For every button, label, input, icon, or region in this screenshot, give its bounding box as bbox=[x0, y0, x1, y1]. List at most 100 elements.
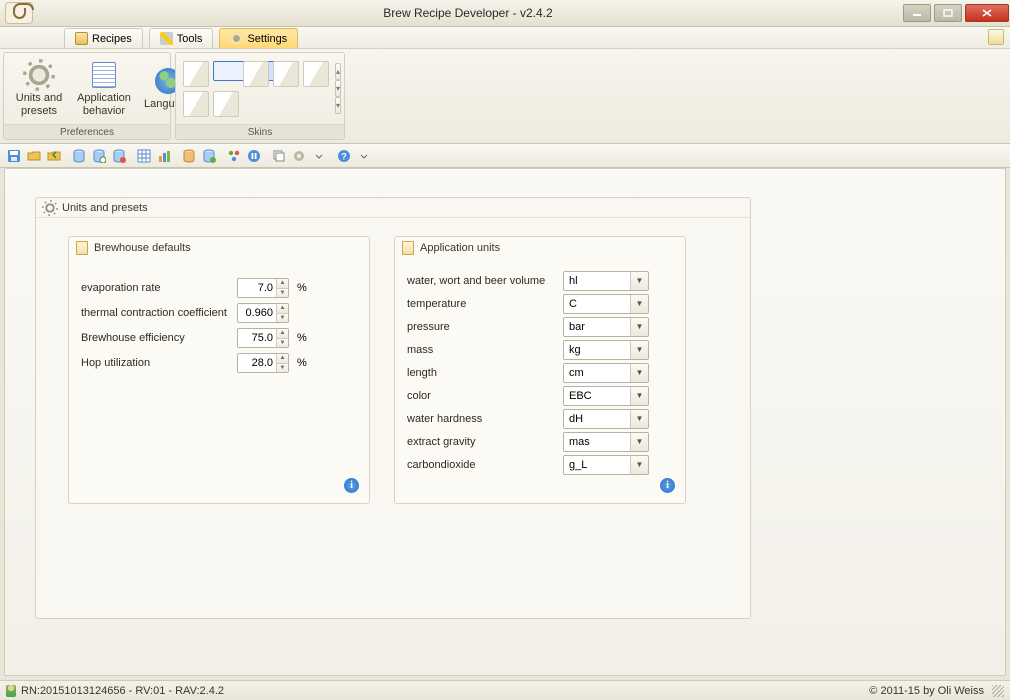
skins-gallery bbox=[180, 58, 332, 120]
database-delete-icon[interactable] bbox=[109, 147, 128, 166]
tab-label: Tools bbox=[177, 33, 203, 45]
ribbon-group-skins: ▴ ▾ ▾ Skins bbox=[175, 52, 345, 140]
co2-select[interactable]: g_L▼ bbox=[563, 455, 649, 475]
chevron-down-icon[interactable]: ▼ bbox=[630, 410, 648, 428]
notebook-icon bbox=[75, 32, 88, 45]
save-icon[interactable] bbox=[4, 147, 23, 166]
help-icon[interactable]: ? bbox=[334, 147, 353, 166]
efficiency-spinner[interactable]: ▲▼ bbox=[237, 328, 289, 348]
sheet-icon bbox=[402, 241, 414, 255]
chevron-down-icon[interactable]: ▼ bbox=[630, 272, 648, 290]
maximize-button[interactable] bbox=[934, 4, 962, 22]
dropdown-icon[interactable] bbox=[309, 147, 328, 166]
length-select[interactable]: cm▼ bbox=[563, 363, 649, 383]
application-behavior-button[interactable]: Application behavior bbox=[70, 56, 138, 121]
units-presets-button[interactable]: Units and presets bbox=[8, 56, 70, 121]
spin-down[interactable]: ▼ bbox=[277, 288, 288, 298]
status-bar: RN:20151013124656 - RV:01 - RAV:2.4.2 © … bbox=[0, 680, 1010, 700]
evaporation-input[interactable] bbox=[238, 279, 276, 297]
brewhouse-defaults-group: Brewhouse defaults evaporation rate ▲▼ %… bbox=[68, 236, 370, 504]
database-refresh-icon[interactable] bbox=[89, 147, 108, 166]
tab-label: Settings bbox=[247, 33, 287, 45]
efficiency-input[interactable] bbox=[238, 329, 276, 347]
contraction-spinner[interactable]: ▲▼ bbox=[237, 303, 289, 323]
label-temperature: temperature bbox=[407, 298, 563, 310]
label-color: color bbox=[407, 390, 563, 402]
settings-gear-icon[interactable] bbox=[289, 147, 308, 166]
database-green-icon[interactable] bbox=[199, 147, 218, 166]
spin-up[interactable]: ▲ bbox=[277, 279, 288, 288]
chevron-down-icon[interactable]: ▼ bbox=[630, 456, 648, 474]
select-value: dH bbox=[564, 413, 630, 425]
mass-select[interactable]: kg▼ bbox=[563, 340, 649, 360]
select-value: hl bbox=[564, 275, 630, 287]
gallery-more-button[interactable]: ▾ bbox=[335, 97, 341, 114]
select-value: bar bbox=[564, 321, 630, 333]
sheet-icon bbox=[76, 241, 88, 255]
chevron-down-icon[interactable]: ▼ bbox=[630, 295, 648, 313]
spin-up[interactable]: ▲ bbox=[277, 329, 288, 338]
hardness-select[interactable]: dH▼ bbox=[563, 409, 649, 429]
chevron-down-icon[interactable]: ▼ bbox=[630, 318, 648, 336]
skin-swatch[interactable] bbox=[303, 61, 329, 87]
help-dropdown-icon[interactable] bbox=[354, 147, 373, 166]
label-volume: water, wort and beer volume bbox=[407, 275, 563, 287]
skin-swatch[interactable] bbox=[183, 61, 209, 87]
chevron-down-icon[interactable]: ▼ bbox=[630, 364, 648, 382]
spin-up[interactable]: ▲ bbox=[277, 304, 288, 313]
nodes-icon[interactable] bbox=[224, 147, 243, 166]
info-icon[interactable] bbox=[344, 478, 359, 493]
chevron-down-icon[interactable]: ▼ bbox=[630, 341, 648, 359]
ribbon-pin-button[interactable] bbox=[988, 29, 1004, 45]
hop-spinner[interactable]: ▲▼ bbox=[237, 353, 289, 373]
gallery-down-button[interactable]: ▾ bbox=[335, 80, 341, 97]
spin-down[interactable]: ▼ bbox=[277, 338, 288, 348]
close-button[interactable] bbox=[965, 4, 1009, 22]
temperature-select[interactable]: C▼ bbox=[563, 294, 649, 314]
button-label: Application behavior bbox=[76, 92, 132, 117]
spin-down[interactable]: ▼ bbox=[277, 313, 288, 323]
volume-select[interactable]: hl▼ bbox=[563, 271, 649, 291]
gallery-up-button[interactable]: ▴ bbox=[335, 63, 341, 80]
application-units-group: Application units water, wort and beer v… bbox=[394, 236, 686, 504]
tab-tools[interactable]: Tools bbox=[149, 28, 214, 48]
chevron-down-icon[interactable]: ▼ bbox=[630, 387, 648, 405]
gear-icon bbox=[230, 32, 243, 45]
label-hardness: water hardness bbox=[407, 413, 563, 425]
minimize-button[interactable] bbox=[903, 4, 931, 22]
database-icon[interactable] bbox=[69, 147, 88, 166]
label-contraction: thermal contraction coefficient bbox=[81, 307, 237, 319]
hop-input[interactable] bbox=[238, 354, 276, 372]
quick-toolbar: ? bbox=[0, 144, 1010, 168]
contraction-input[interactable] bbox=[238, 304, 276, 322]
open-icon[interactable] bbox=[24, 147, 43, 166]
copy-icon[interactable] bbox=[269, 147, 288, 166]
skin-swatch[interactable] bbox=[183, 91, 209, 117]
info-icon[interactable] bbox=[660, 478, 675, 493]
work-area: Units and presets Brewhouse defaults eva… bbox=[4, 168, 1006, 676]
gravity-select[interactable]: mas▼ bbox=[563, 432, 649, 452]
chevron-down-icon[interactable]: ▼ bbox=[630, 433, 648, 451]
color-select[interactable]: EBC▼ bbox=[563, 386, 649, 406]
skin-swatch[interactable] bbox=[213, 91, 239, 117]
tab-recipes[interactable]: Recipes bbox=[64, 28, 143, 48]
evaporation-spinner[interactable]: ▲▼ bbox=[237, 278, 289, 298]
label-hop: Hop utilization bbox=[81, 357, 237, 369]
database-orange-icon[interactable] bbox=[179, 147, 198, 166]
pause-icon[interactable] bbox=[244, 147, 263, 166]
import-icon[interactable] bbox=[44, 147, 63, 166]
resize-grip[interactable] bbox=[992, 685, 1004, 697]
select-value: C bbox=[564, 298, 630, 310]
group-label: Preferences bbox=[4, 124, 170, 139]
table-icon[interactable] bbox=[134, 147, 153, 166]
tab-label: Recipes bbox=[92, 33, 132, 45]
pressure-select[interactable]: bar▼ bbox=[563, 317, 649, 337]
select-value: cm bbox=[564, 367, 630, 379]
skin-swatch[interactable] bbox=[243, 61, 269, 87]
ribbon: Units and presets Application behavior L… bbox=[0, 49, 1010, 144]
tab-settings[interactable]: Settings bbox=[219, 28, 298, 48]
chart-icon[interactable] bbox=[154, 147, 173, 166]
spin-down[interactable]: ▼ bbox=[277, 363, 288, 373]
spin-up[interactable]: ▲ bbox=[277, 354, 288, 363]
skin-swatch[interactable] bbox=[273, 61, 299, 87]
